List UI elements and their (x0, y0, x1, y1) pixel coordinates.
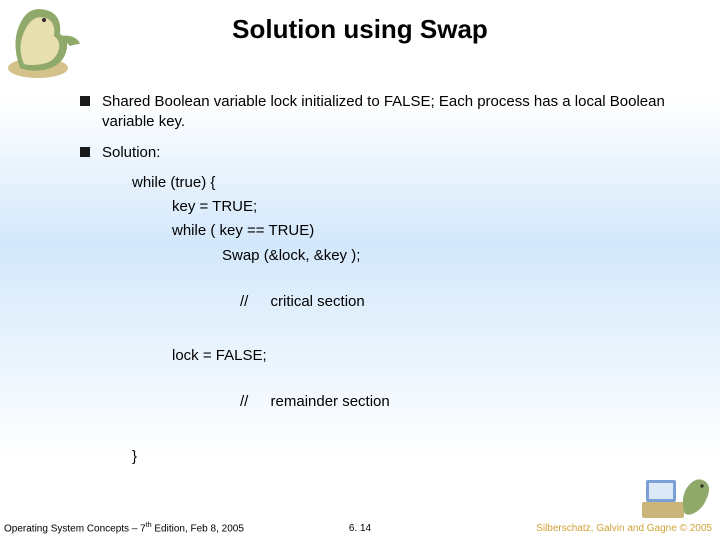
code-line: while (true) { (132, 173, 680, 193)
bullet-item: Solution: (80, 143, 680, 163)
copyright-symbol: © (680, 523, 687, 534)
slide-title: Solution using Swap (0, 14, 720, 45)
square-bullet-icon (80, 96, 90, 106)
code-line: } (132, 447, 680, 467)
code-line: key = TRUE; (172, 197, 680, 217)
code-comment: // critical section (132, 292, 680, 312)
comment-text: critical section (271, 292, 365, 312)
bullet-item: Shared Boolean variable lock initialized… (80, 92, 680, 133)
footer-date: Edition, Feb 8, 2005 (152, 523, 244, 534)
comment-text: remainder section (271, 392, 390, 412)
footer-authors: Silberschatz, Galvin and Gagne (536, 523, 679, 534)
comment-slash: // (240, 292, 248, 312)
code-line: while ( key == TRUE) (172, 221, 680, 241)
code-comment: // remainder section (132, 392, 680, 412)
footer-right: Silberschatz, Galvin and Gagne © 2005 (536, 523, 712, 534)
footer-left: Operating System Concepts – 7th Edition,… (4, 522, 244, 534)
dinosaur-computer-icon (640, 466, 714, 522)
bullet-text: Shared Boolean variable lock initialized… (102, 92, 680, 133)
code-line: lock = FALSE; (172, 346, 680, 366)
square-bullet-icon (80, 147, 90, 157)
code-block: while (true) { key = TRUE; while ( key =… (132, 173, 680, 467)
slide-number: 6. 14 (349, 523, 371, 534)
comment-slash: // (240, 392, 248, 412)
bullet-text: Solution: (102, 143, 680, 163)
footer-year: 2005 (687, 523, 712, 534)
slide-content: Shared Boolean variable lock initialized… (80, 92, 680, 471)
footer-book-title: Operating System Concepts – 7 (4, 523, 146, 534)
code-line: Swap (&lock, &key ); (222, 246, 680, 266)
